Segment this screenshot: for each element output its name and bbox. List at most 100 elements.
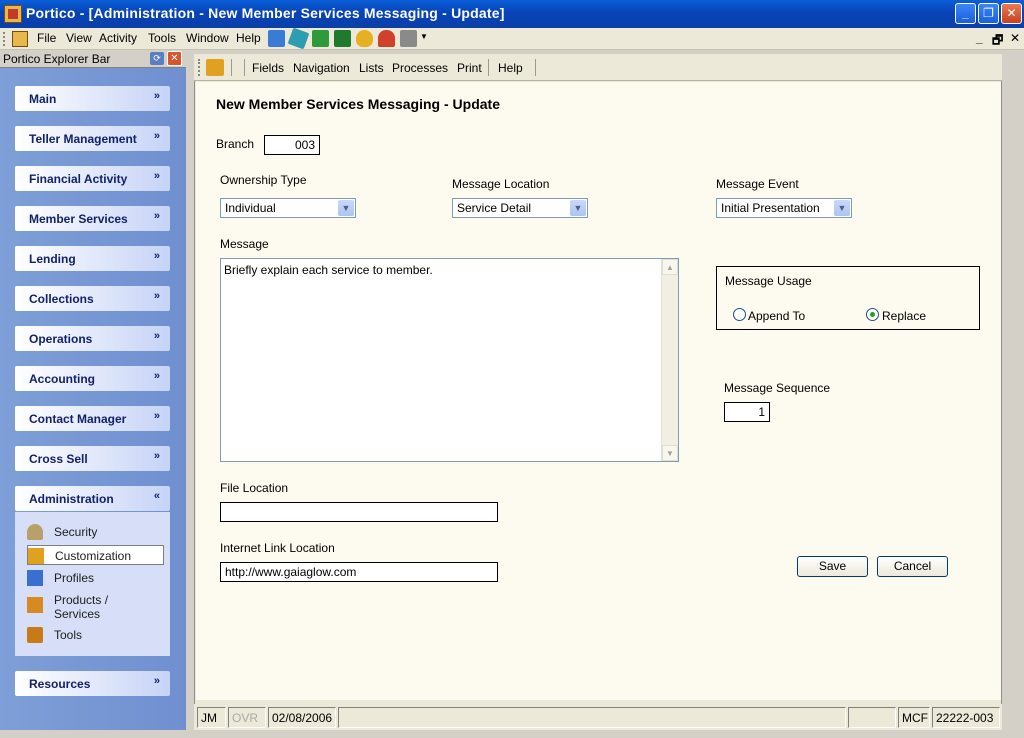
printer-dropdown-icon[interactable]: ▼	[420, 32, 428, 41]
group-resources[interactable]: Resources »	[15, 671, 170, 696]
ownership-type-label: Ownership Type	[220, 173, 307, 187]
printer-icon[interactable]	[400, 30, 417, 47]
group-cross-sell[interactable]: Cross Sell »	[15, 446, 170, 471]
status-account: 22222-003	[932, 707, 1000, 728]
message-sequence-field[interactable]: 1	[724, 402, 770, 422]
admin-item-label-line2: Services	[54, 607, 101, 621]
ownership-type-value: Individual	[225, 201, 276, 215]
grip-handle[interactable]	[3, 32, 6, 46]
group-operations[interactable]: Operations »	[15, 326, 170, 351]
message-location-select[interactable]: Service Detail ▼	[452, 198, 588, 218]
append-to-radio[interactable]	[733, 308, 746, 321]
toolbar-lists[interactable]: Lists	[359, 61, 384, 75]
chevron-down-icon[interactable]: ▼	[338, 200, 354, 216]
members-icon[interactable]	[268, 30, 285, 47]
ownership-type-select[interactable]: Individual ▼	[220, 198, 356, 218]
close-button[interactable]: ✕	[1001, 3, 1022, 24]
form-toolbar: Fields Navigation Lists Processes Print …	[194, 54, 1002, 81]
scroll-up-icon[interactable]: ▲	[662, 259, 678, 275]
group-accounting[interactable]: Accounting »	[15, 366, 170, 391]
replace-label[interactable]: Replace	[882, 309, 926, 323]
group-lending[interactable]: Lending »	[15, 246, 170, 271]
chevron-down-icon[interactable]: »	[154, 170, 160, 182]
chevron-down-icon[interactable]: »	[154, 370, 160, 382]
money-icon[interactable]	[312, 30, 329, 47]
group-financial-activity[interactable]: Financial Activity »	[15, 166, 170, 191]
toolbar-fields[interactable]: Fields	[252, 61, 284, 75]
toolbar-separator	[488, 59, 489, 76]
menu-view[interactable]: View	[66, 31, 92, 45]
toolbar-help[interactable]: Help	[498, 61, 523, 75]
mdi-close-button[interactable]: ✕	[1010, 31, 1020, 45]
pin-icon[interactable]: ⟳	[150, 52, 164, 65]
admin-item-label: Tools	[54, 628, 83, 642]
toolbar-separator	[231, 59, 232, 76]
scroll-down-icon[interactable]: ▼	[662, 445, 678, 461]
mdi-minimize-button[interactable]: _	[976, 31, 983, 45]
group-label: Accounting	[29, 372, 95, 386]
branch-field[interactable]: 003	[264, 135, 320, 155]
customization-icon[interactable]	[206, 59, 224, 76]
append-to-label[interactable]: Append To	[748, 309, 805, 323]
toolbar-navigation[interactable]: Navigation	[293, 61, 350, 75]
save-button[interactable]: Save	[797, 556, 868, 577]
chevron-down-icon[interactable]: ▼	[834, 200, 850, 216]
group-contact-manager[interactable]: Contact Manager »	[15, 406, 170, 431]
group-administration[interactable]: Administration «	[15, 486, 170, 511]
admin-item-label: Profiles	[54, 571, 95, 585]
group-label: Contact Manager	[29, 412, 127, 426]
chevron-down-icon[interactable]: »	[154, 330, 160, 342]
file-location-field[interactable]	[220, 502, 498, 522]
admin-item-customization[interactable]: Customization	[27, 545, 164, 565]
toolbar-processes[interactable]: Processes	[392, 61, 448, 75]
chevron-down-icon[interactable]: »	[154, 90, 160, 102]
chevron-down-icon[interactable]: »	[154, 675, 160, 687]
chevron-down-icon[interactable]: »	[154, 290, 160, 302]
admin-item-security[interactable]: Security	[27, 522, 164, 542]
menu-help[interactable]: Help	[236, 31, 261, 45]
group-label: Collections	[29, 292, 94, 306]
chevron-down-icon[interactable]: »	[154, 250, 160, 262]
group-collections[interactable]: Collections »	[15, 286, 170, 311]
mdi-restore-button[interactable]: 🗗	[992, 31, 1003, 52]
admin-item-tools[interactable]: Tools	[27, 625, 164, 645]
deposit-icon[interactable]	[334, 30, 351, 47]
window-frame-bottom	[0, 730, 1024, 738]
replace-radio[interactable]	[866, 308, 879, 321]
message-textarea[interactable]: Briefly explain each service to member. …	[220, 258, 679, 462]
profiles-icon	[27, 570, 43, 586]
group-main[interactable]: Main »	[15, 86, 170, 111]
admin-item-profiles[interactable]: Profiles	[27, 568, 164, 588]
chevron-down-icon[interactable]: »	[154, 210, 160, 222]
group-teller-management[interactable]: Teller Management »	[15, 126, 170, 151]
redo-icon[interactable]	[378, 30, 395, 47]
message-event-label: Message Event	[716, 177, 799, 191]
chevron-down-icon[interactable]: »	[154, 410, 160, 422]
toolbar-print[interactable]: Print	[457, 61, 482, 75]
status-mode: MCF	[898, 707, 930, 728]
group-member-services[interactable]: Member Services »	[15, 206, 170, 231]
cancel-button[interactable]: Cancel	[877, 556, 948, 577]
admin-item-products-services[interactable]: Products / Services	[27, 591, 164, 621]
explorer-close-button[interactable]: ✕	[167, 51, 182, 66]
minimize-button[interactable]: _	[955, 3, 976, 24]
menu-tools[interactable]: Tools	[148, 31, 176, 45]
message-location-value: Service Detail	[457, 201, 532, 215]
scrollbar[interactable]: ▲ ▼	[661, 259, 678, 461]
message-event-select[interactable]: Initial Presentation ▼	[716, 198, 852, 218]
chevron-up-icon[interactable]: «	[154, 490, 160, 502]
card-icon[interactable]	[287, 27, 310, 50]
app-menu-icon[interactable]	[12, 31, 28, 47]
chevron-down-icon[interactable]: »	[154, 130, 160, 142]
maximize-button[interactable]: ❐	[978, 3, 999, 24]
chevron-down-icon[interactable]: ▼	[570, 200, 586, 216]
menu-activity[interactable]: Activity	[99, 31, 137, 45]
menu-file[interactable]: File	[37, 31, 56, 45]
menu-window[interactable]: Window	[186, 31, 229, 45]
lock-icon[interactable]	[356, 30, 373, 47]
internet-link-label: Internet Link Location	[220, 541, 335, 555]
internet-link-field[interactable]: http://www.gaiaglow.com	[220, 562, 498, 582]
grip-handle[interactable]	[198, 59, 201, 76]
group-label: Cross Sell	[29, 452, 88, 466]
chevron-down-icon[interactable]: »	[154, 450, 160, 462]
